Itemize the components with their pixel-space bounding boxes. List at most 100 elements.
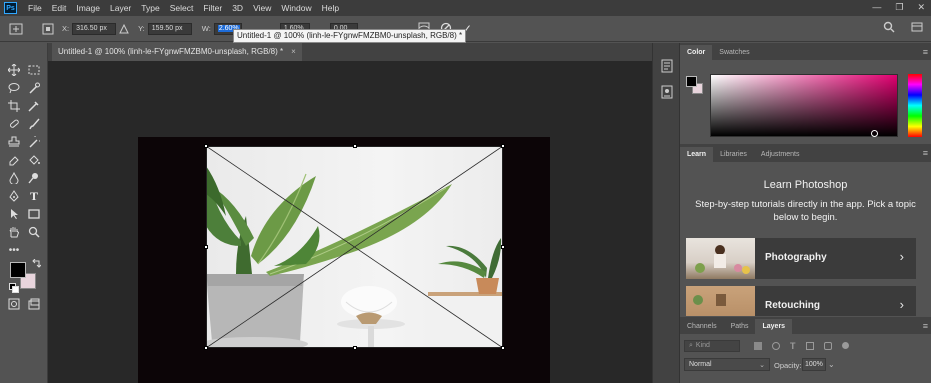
more-tools-icon[interactable]: ••• [6, 243, 22, 257]
marquee-tool-icon[interactable] [26, 63, 42, 77]
filter-pixel-icon[interactable] [754, 341, 762, 350]
tab-adjustments[interactable]: Adjustments [754, 151, 807, 162]
transform-handle-mr[interactable] [501, 245, 505, 249]
blur-tool-icon[interactable] [6, 171, 22, 185]
crop-tool-icon[interactable] [6, 99, 22, 113]
brush-tool-icon[interactable] [26, 117, 42, 131]
layers-panel-menu-icon[interactable]: ≡ [923, 321, 928, 331]
menu-window[interactable]: Window [276, 3, 316, 13]
panel-fg-swatch[interactable] [686, 76, 697, 87]
transform-handle-tr[interactable] [501, 144, 505, 148]
tab-layers[interactable]: Layers [755, 319, 793, 334]
screen-mode-icon[interactable] [26, 297, 42, 311]
blend-mode-select[interactable]: Normal ⌄ [684, 358, 770, 371]
retouching-chevron-icon: › [899, 297, 904, 312]
properties-panel-icon[interactable] [661, 85, 673, 101]
type-tool-icon[interactable]: T [26, 189, 42, 203]
artboard[interactable] [138, 137, 550, 383]
history-brush-tool-icon[interactable] [26, 135, 42, 149]
filter-smart-object-icon[interactable] [823, 341, 832, 350]
menu-3d[interactable]: 3D [227, 3, 248, 13]
quick-selection-tool-icon[interactable] [26, 81, 42, 95]
y-field[interactable]: 159.50 px [147, 22, 192, 35]
eyedropper-tool-icon[interactable] [26, 99, 42, 113]
color-panel-menu-icon[interactable]: ≡ [923, 47, 928, 57]
menu-image[interactable]: Image [71, 3, 105, 13]
swap-colors-icon[interactable] [28, 257, 44, 271]
healing-brush-tool-icon[interactable] [6, 117, 22, 131]
close-window-button[interactable]: ✕ [917, 2, 925, 13]
document-tab-title: Untitled-1 @ 100% (linh-le-FYgnwFMZBM0-u… [58, 47, 284, 56]
transform-handle-tc[interactable] [353, 144, 357, 148]
transform-handle-tl[interactable] [204, 144, 208, 148]
menu-type[interactable]: Type [136, 3, 164, 13]
relative-position-icon[interactable] [116, 22, 132, 36]
history-panel-icon[interactable] [661, 59, 673, 75]
color-panel-tabs: Color Swatches ≡ [680, 43, 931, 60]
menu-view[interactable]: View [248, 3, 276, 13]
dodge-tool-icon[interactable] [26, 171, 42, 185]
kind-placeholder: Kind [695, 342, 710, 349]
learn-panel-body: Learn Photoshop Step-by-step tutorials d… [680, 170, 931, 316]
lasso-tool-icon[interactable] [6, 81, 22, 95]
filter-adjustment-icon[interactable] [772, 341, 780, 350]
opacity-chevron-icon[interactable]: ⌄ [828, 360, 835, 369]
tab-channels[interactable]: Channels [680, 323, 724, 334]
document-tab[interactable]: Untitled-1 @ 100% (linh-le-FYgnwFMZBM0-u… [52, 43, 302, 61]
move-tool-icon[interactable] [6, 63, 22, 77]
canvas-area[interactable] [48, 61, 652, 383]
tab-libraries[interactable]: Libraries [713, 151, 754, 162]
transform-handle-br[interactable] [501, 346, 505, 350]
transform-tool-preset-icon[interactable] [8, 22, 24, 36]
paint-bucket-tool-icon[interactable] [26, 153, 42, 167]
transform-handle-bl[interactable] [204, 346, 208, 350]
opacity-label: Opacity: [774, 361, 802, 370]
hand-tool-icon[interactable] [6, 225, 22, 239]
transform-handle-ml[interactable] [204, 245, 208, 249]
learn-card-photography[interactable]: Photography › [686, 238, 916, 279]
filter-shape-icon[interactable] [805, 341, 814, 350]
eraser-tool-icon[interactable] [6, 153, 22, 167]
menu-select[interactable]: Select [165, 3, 199, 13]
quick-mask-icon[interactable] [6, 297, 22, 311]
clone-stamp-tool-icon[interactable] [6, 135, 22, 149]
placed-photo[interactable] [206, 146, 503, 348]
tab-paths[interactable]: Paths [724, 323, 756, 334]
path-selection-tool-icon[interactable] [6, 207, 22, 221]
pen-tool-icon[interactable] [6, 189, 22, 203]
opacity-field[interactable]: 100% [802, 358, 826, 371]
collapsed-panels-strip [652, 43, 680, 383]
workspace-icon[interactable] [911, 21, 923, 36]
close-tab-icon[interactable]: × [291, 47, 296, 56]
rectangle-tool-icon[interactable] [26, 207, 42, 221]
color-picker-field[interactable] [710, 74, 898, 137]
tab-swatches[interactable]: Swatches [712, 49, 756, 60]
zoom-tool-icon[interactable] [26, 225, 42, 239]
minimize-button[interactable]: — [872, 2, 881, 13]
foreground-color-swatch[interactable] [10, 262, 26, 278]
layer-kind-filter[interactable]: ⌕ Kind [684, 339, 740, 352]
menu-edit[interactable]: Edit [47, 3, 72, 13]
learn-panel-menu-icon[interactable]: ≡ [923, 148, 928, 158]
default-colors-icon[interactable] [6, 281, 22, 295]
menu-filter[interactable]: Filter [198, 3, 227, 13]
menu-layer[interactable]: Layer [105, 3, 136, 13]
search-icon[interactable] [883, 21, 895, 36]
photography-label: Photography [765, 252, 827, 263]
tab-color[interactable]: Color [680, 45, 713, 60]
menu-file[interactable]: File [23, 3, 47, 13]
reference-point-icon[interactable] [40, 22, 56, 36]
layer-filter-search-icon: ⌕ [689, 341, 693, 349]
color-picker-cursor[interactable] [871, 130, 878, 137]
filter-type-icon[interactable]: T [790, 341, 796, 351]
menu-help[interactable]: Help [317, 3, 344, 13]
learn-card-retouching[interactable]: Retouching › [686, 286, 916, 316]
filter-toggle-icon[interactable] [841, 342, 849, 349]
hue-slider[interactable] [908, 74, 922, 137]
menu-bar: Ps File Edit Image Layer Type Select Fil… [0, 0, 931, 16]
right-panel-dock: Color Swatches ≡ Learn Libraries Adjustm… [680, 43, 931, 383]
restore-button[interactable]: ❐ [895, 2, 903, 13]
tab-learn[interactable]: Learn [680, 147, 714, 162]
x-field[interactable]: 316.50 px [72, 22, 117, 35]
transform-handle-bc[interactable] [353, 346, 357, 350]
